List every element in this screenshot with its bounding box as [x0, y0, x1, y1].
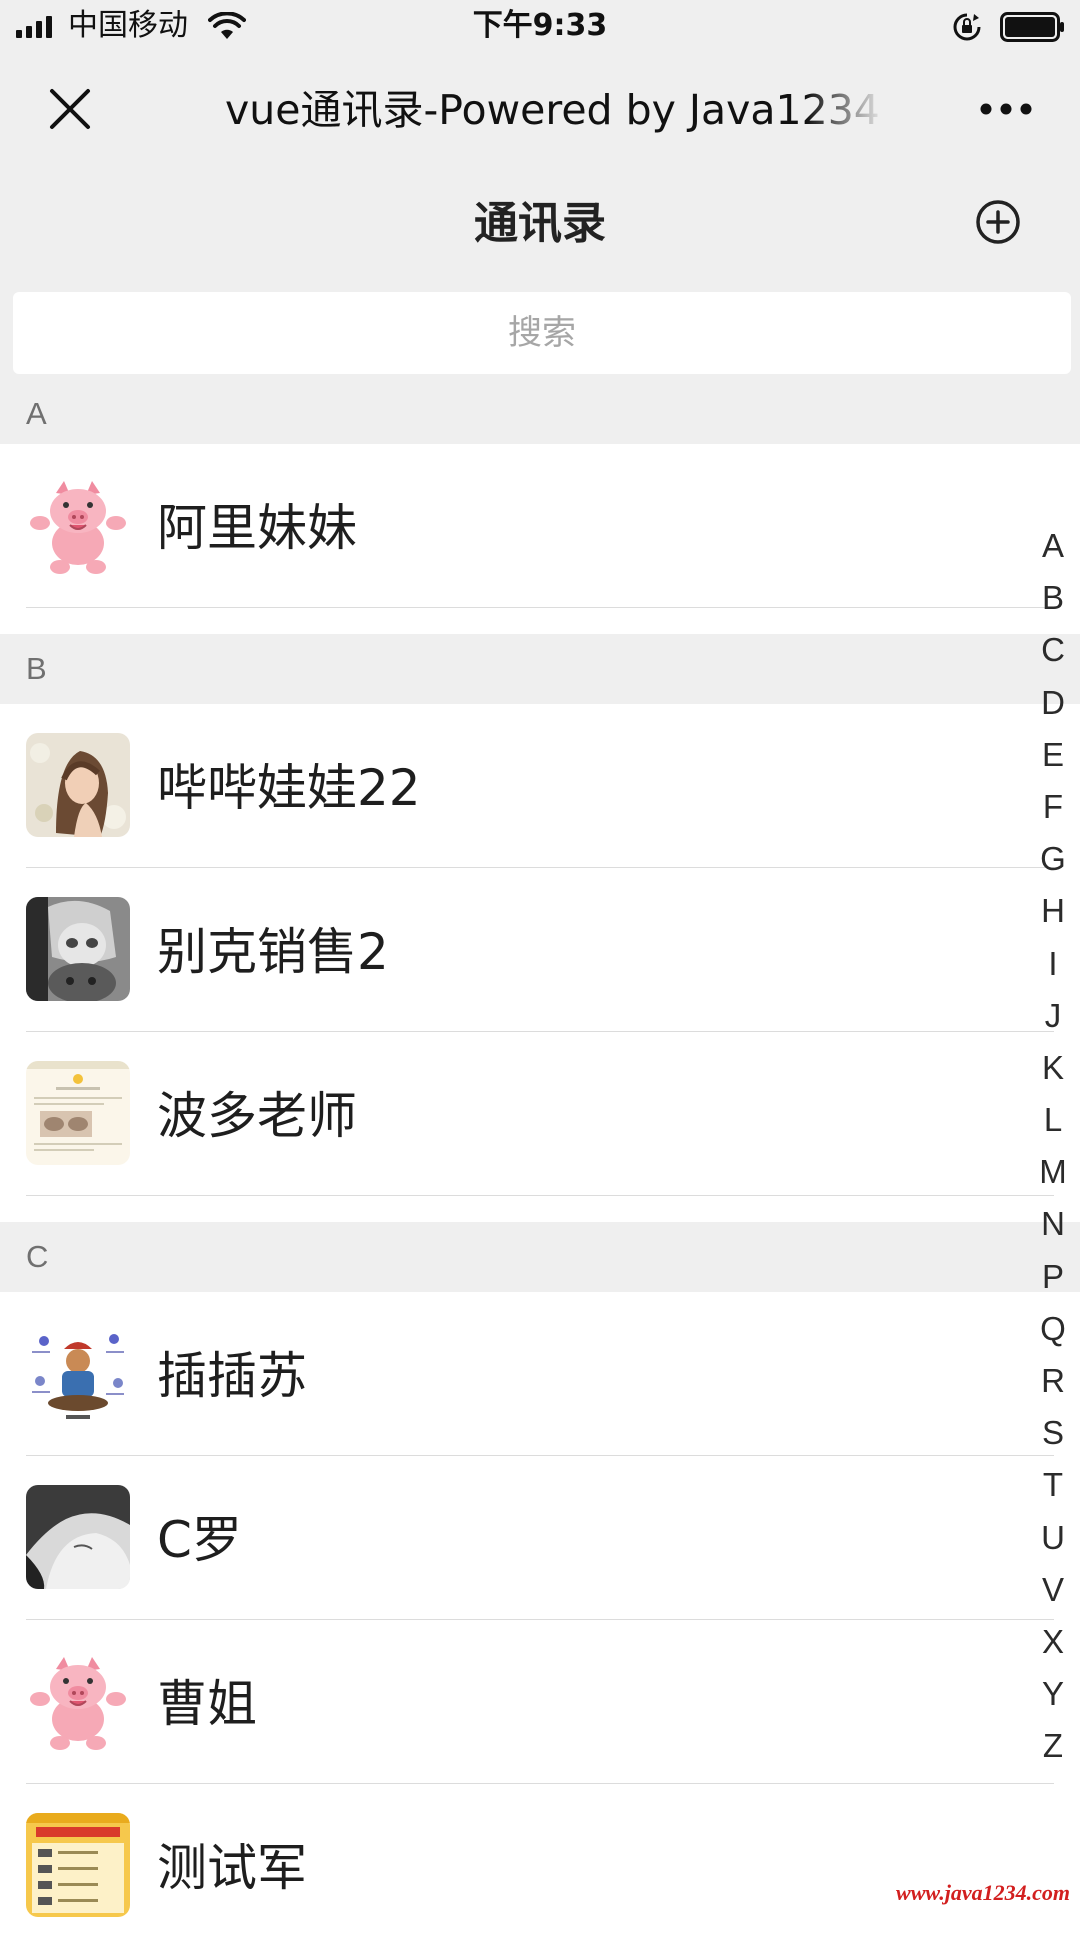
index-letter-q[interactable]: Q [1040, 1303, 1066, 1355]
contact-name: 曹姐 [157, 1675, 257, 1733]
watermark: www.java1234.com [896, 1880, 1070, 1905]
more-icon[interactable] [978, 94, 1034, 124]
index-letter-x[interactable]: X [1042, 1616, 1064, 1668]
contact-item[interactable]: 别克销售2 [0, 868, 1080, 1032]
section-header-c: C [0, 1222, 1080, 1292]
index-letter-u[interactable]: U [1041, 1512, 1065, 1564]
index-letter-v[interactable]: V [1042, 1564, 1064, 1616]
plus-circle-icon[interactable] [974, 198, 1022, 246]
contact-item[interactable]: 测试军 [0, 1784, 1080, 1948]
index-letter-c[interactable]: C [1041, 624, 1065, 676]
webpage-screenshot-avatar [26, 1061, 130, 1165]
section-header-b: B [0, 634, 1080, 704]
contact-name: 阿里妹妹 [157, 499, 357, 557]
contact-item[interactable]: 曹姐 [0, 1620, 1080, 1784]
contact-item[interactable]: 插插苏 [0, 1292, 1080, 1456]
index-letter-s[interactable]: S [1042, 1407, 1064, 1459]
index-letter-e[interactable]: E [1042, 729, 1064, 781]
index-letter-r[interactable]: R [1041, 1355, 1065, 1407]
section-header-a: A [0, 384, 1080, 444]
index-letter-p[interactable]: P [1042, 1251, 1064, 1303]
index-letter-l[interactable]: L [1044, 1094, 1062, 1146]
alphabet-index-bar[interactable]: ABCDEFGHIJKLMNPQRSTUVXYZ [1030, 520, 1076, 1773]
index-letter-h[interactable]: H [1041, 885, 1065, 937]
app-screenshot-avatar [26, 1813, 130, 1917]
index-letter-n[interactable]: N [1041, 1198, 1065, 1250]
index-letter-k[interactable]: K [1042, 1042, 1064, 1094]
contact-name: 插插苏 [157, 1347, 307, 1405]
index-letter-t[interactable]: T [1043, 1459, 1063, 1511]
contact-name: 哔哔娃娃22 [157, 759, 421, 817]
index-letter-d[interactable]: D [1041, 677, 1065, 729]
contact-item[interactable]: 哔哔娃娃22 [0, 704, 1080, 868]
contact-item[interactable]: 波多老师 [0, 1032, 1080, 1196]
section-spacer [0, 1196, 1080, 1222]
battery-icon [1000, 12, 1064, 42]
divider [26, 607, 1054, 608]
close-icon[interactable] [48, 87, 92, 131]
anime-gray-avatar [26, 897, 130, 1001]
search-input[interactable] [13, 292, 1071, 374]
contact-name: C罗 [157, 1511, 242, 1569]
contact-item[interactable]: 阿里妹妹 [0, 444, 1080, 608]
contacts-title: 通讯录 [474, 198, 606, 249]
index-letter-y[interactable]: Y [1042, 1668, 1064, 1720]
divider [26, 1195, 1054, 1196]
browser-nav-bar: vue通讯录-Powered by Java1234 [0, 54, 1080, 164]
pink-pig-avatar [26, 473, 130, 577]
status-bar: 中国移动 下午9:33 [0, 0, 1080, 54]
search-bar [0, 290, 1080, 384]
index-letter-j[interactable]: J [1045, 990, 1062, 1042]
clock: 下午9:33 [472, 8, 608, 43]
index-letter-z[interactable]: Z [1043, 1720, 1063, 1772]
cartoon-diagram-avatar [26, 1321, 130, 1425]
pink-pig-avatar [26, 1649, 130, 1753]
anime-bw-avatar [26, 1485, 130, 1589]
contact-name: 测试军 [157, 1839, 307, 1897]
section-spacer [0, 608, 1080, 634]
index-letter-f[interactable]: F [1043, 781, 1063, 833]
index-letter-b[interactable]: B [1042, 572, 1064, 624]
app-header: 通讯录 [0, 164, 1080, 290]
rotation-lock-icon [953, 13, 981, 41]
contact-name: 波多老师 [157, 1087, 357, 1145]
contact-name: 别克销售2 [157, 923, 389, 981]
index-letter-i[interactable]: I [1048, 938, 1057, 990]
index-letter-m[interactable]: M [1039, 1146, 1067, 1198]
contact-list: A 阿里妹妹 B 哔哔娃娃22 别克销售2 波多老师 C 插插苏 C罗 曹姐 测… [0, 384, 1080, 1948]
page-title: vue通讯录-Powered by Java1234 [225, 86, 880, 134]
index-letter-g[interactable]: G [1040, 833, 1066, 885]
index-letter-a[interactable]: A [1042, 520, 1064, 572]
contact-item[interactable]: C罗 [0, 1456, 1080, 1620]
woman-photo-avatar [26, 733, 130, 837]
